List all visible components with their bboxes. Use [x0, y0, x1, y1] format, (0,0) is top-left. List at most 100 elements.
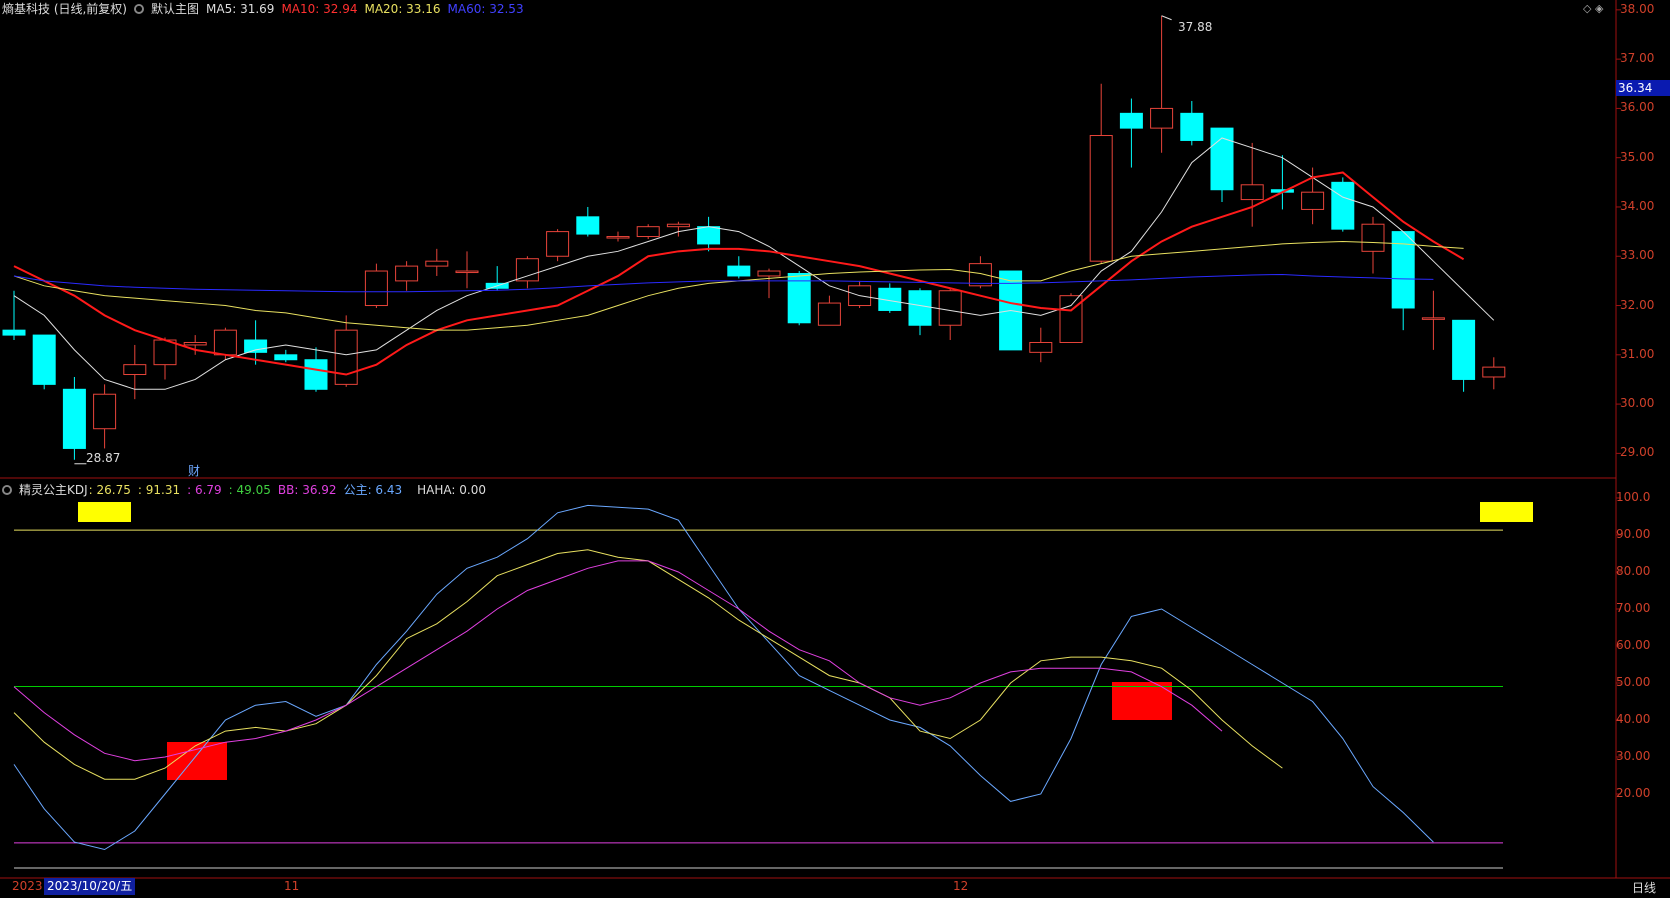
candle-body: [1452, 319, 1476, 380]
red-signal-marker: [167, 742, 227, 780]
indicator-header: ● 精灵公主KDJ : 26.75 : 91.31 : 6.79 : 49.05…: [2, 481, 486, 498]
candle-body: [546, 231, 570, 257]
price-tick-label: 33.00: [1620, 248, 1655, 263]
candle-body: [1150, 107, 1174, 129]
price-plot: [2, 9, 1621, 465]
kdj-tick-label: 80.00: [1616, 564, 1651, 578]
period-selector[interactable]: 日线: [1632, 879, 1656, 896]
main-chart-button[interactable]: 默认主图: [151, 0, 199, 17]
candle-body: [968, 263, 992, 287]
candle-body: [817, 302, 841, 326]
candle-body: [576, 216, 600, 235]
settings-icon[interactable]: ●: [134, 3, 144, 14]
candle-body: [1119, 112, 1143, 129]
x-label-year: 2023: [12, 879, 43, 893]
kdj-tick-label: 100.0: [1616, 490, 1651, 504]
candle-body: [425, 260, 449, 267]
price-tick-label: 35.00: [1620, 149, 1655, 164]
x-label-dec: 12: [953, 879, 969, 893]
price-tick-label: 36.00: [1620, 100, 1655, 115]
kdj-plot: [13, 497, 1621, 869]
current-price-label: 36.34: [1616, 80, 1670, 96]
candle-body: [515, 258, 539, 282]
indicator-name[interactable]: 精灵公主KDJ: [19, 481, 88, 498]
kdj-tick-label: 90.00: [1616, 527, 1651, 541]
indicator-v2: : 91.31: [137, 482, 181, 497]
candle-body: [757, 270, 781, 277]
candle-body: [1301, 191, 1325, 210]
candle-body: [1089, 135, 1113, 262]
candle-body: [123, 364, 147, 376]
candle-body: [2, 329, 26, 336]
candle-body: [1180, 112, 1204, 141]
indicator-gongzhu: 公主: 6.43: [343, 483, 403, 497]
candle-body: [244, 339, 268, 353]
chart-canvas: [0, 0, 1670, 879]
candle-body: [153, 339, 177, 366]
indicator-settings-icon[interactable]: ●: [2, 484, 12, 495]
kdj-tick-label: 40.00: [1616, 712, 1651, 726]
price-tick-label: 32.00: [1620, 297, 1655, 312]
kdj-tick-label: 30.00: [1616, 749, 1651, 763]
price-tick-label: 38.00: [1620, 1, 1655, 16]
candle-body: [1240, 184, 1264, 201]
stock-title[interactable]: 熵基科技 (日线,前复权): [2, 0, 127, 17]
candle-body: [938, 290, 962, 326]
yellow-marker: [1480, 502, 1533, 522]
candle-body: [908, 290, 932, 326]
high-arrow: [1161, 15, 1172, 21]
candle-body: [697, 226, 721, 245]
candle-body: [183, 341, 207, 346]
kdj-tick-label: 50.00: [1616, 675, 1651, 689]
candle-body: [1421, 317, 1445, 320]
candle-body: [395, 265, 419, 282]
cursor-date: 2023/10/20/五: [44, 878, 136, 895]
kdj-line-k: [13, 504, 1434, 851]
indicator-v4: : 49.05: [228, 482, 271, 497]
candle-body: [364, 270, 388, 307]
ma-line-ma60: [13, 273, 1434, 293]
candle-body: [666, 223, 690, 228]
ma10-value: MA10: 32.94: [281, 1, 358, 16]
indicator-bb: BB: 36.92: [277, 482, 337, 497]
candle-body: [606, 236, 630, 239]
ma60-value: MA60: 32.53: [447, 1, 524, 16]
candle-body: [274, 354, 298, 361]
price-tick-label: 30.00: [1620, 396, 1655, 411]
candle-body: [93, 393, 117, 430]
high-price-label: 37.88: [1178, 20, 1213, 34]
low-price-label: 28.87: [86, 451, 121, 465]
candle-body: [304, 359, 328, 390]
candle-body: [727, 265, 751, 277]
kdj-tick-label: 60.00: [1616, 638, 1651, 652]
price-tick-label: 31.00: [1620, 346, 1655, 361]
price-tick-label: 37.00: [1620, 51, 1655, 66]
ma-line-ma20: [13, 240, 1464, 331]
price-tick-label: 29.00: [1620, 445, 1655, 460]
candle-body: [1059, 295, 1083, 343]
candle-body: [213, 329, 237, 356]
candle-body: [1029, 341, 1053, 353]
kdj-tick-label: 70.00: [1616, 601, 1651, 615]
price-tick-label: 34.00: [1620, 198, 1655, 213]
kdj-tick-label: 20.00: [1616, 786, 1651, 800]
ma20-value: MA20: 33.16: [364, 1, 441, 16]
window-controls-icon[interactable]: ◇ ◈: [1583, 2, 1603, 15]
candle-body: [334, 329, 358, 385]
candle-body: [1482, 366, 1506, 378]
x-label-nov: 11: [284, 879, 300, 893]
candle-body: [1331, 181, 1355, 230]
candle-body: [32, 334, 56, 385]
indicator-v1: : 26.75: [88, 482, 131, 497]
yellow-marker: [78, 502, 131, 522]
main-header: 熵基科技 (日线,前复权) ● 默认主图 MA5: 31.69 MA10: 32…: [2, 0, 524, 17]
candle-body: [1210, 127, 1234, 191]
indicator-haha: HAHA: 0.00: [417, 482, 486, 497]
ma5-value: MA5: 31.69: [206, 1, 275, 16]
candle-body: [62, 388, 86, 449]
financial-report-icon[interactable]: 财: [188, 462, 200, 479]
candle-body: [636, 226, 660, 238]
candle-body: [1361, 223, 1385, 252]
indicator-v3: : 6.79: [187, 482, 222, 497]
candle-body: [455, 270, 479, 274]
